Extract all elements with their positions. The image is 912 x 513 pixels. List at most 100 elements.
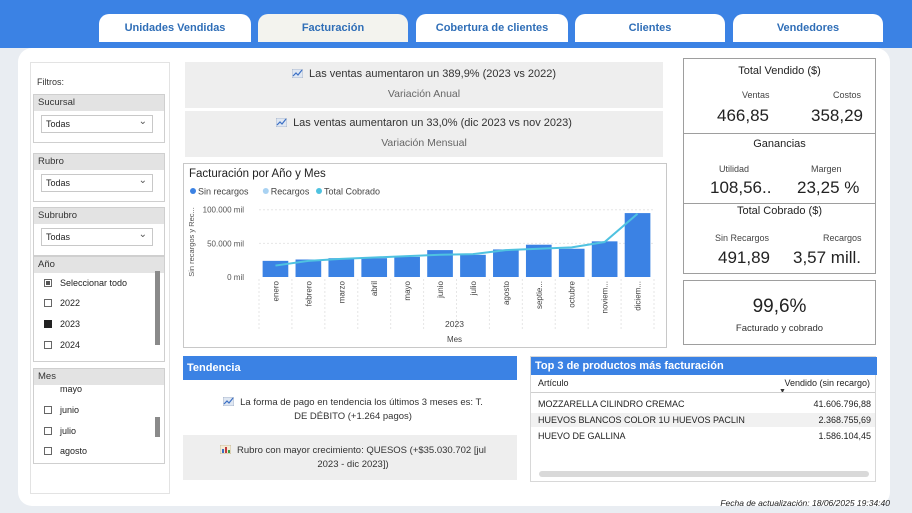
kpi-margen-label: Margen	[811, 164, 842, 174]
kpi-total-vendido-title: Total Vendido ($)	[738, 65, 821, 77]
kpi-facturado-label: Facturado y cobrado	[735, 323, 824, 334]
bar-sin-recargos[interactable]	[460, 254, 486, 277]
bar-sin-recargos[interactable]	[394, 256, 420, 277]
kpi-costos-value: 358,29	[811, 106, 863, 125]
checkbox-checked-icon[interactable]	[44, 320, 52, 328]
tab-vendedores[interactable]: Vendedores	[733, 14, 883, 42]
top3-col-vendido[interactable]: Vendido (sin recargo)	[784, 378, 870, 388]
kpi-costos-label: Costos	[833, 90, 862, 100]
kpi-total-cobrado-title: Total Cobrado ($)	[737, 205, 822, 217]
mes-option-agosto[interactable]: agosto	[44, 446, 87, 456]
kpi-group: Total Vendido ($) Ventas 466,85 Costos 3…	[683, 58, 876, 274]
anio-option-2022[interactable]: 2022	[44, 298, 80, 308]
x-tick-label: noviem...	[601, 281, 610, 313]
x-tick-label: octubre	[568, 280, 577, 307]
kpi-recargos-value: 3,57 mill.	[793, 248, 862, 267]
mes-option-julio[interactable]: julio	[44, 426, 76, 436]
x-tick-label: abril	[370, 281, 379, 296]
table-row[interactable]: HUEVO DE GALLINA 1.586.104,45	[531, 429, 875, 443]
kpi-sin-recargos-value: 491,89	[718, 248, 770, 267]
slicer-rubro: Rubro Todas ⌄	[33, 153, 165, 202]
tendencia-rubro-text: Rubro con mayor crecimiento: QUESOS (+$3…	[203, 444, 503, 472]
x-tick-label: marzo	[337, 280, 346, 303]
table-scrollbar[interactable]	[539, 471, 869, 477]
slicer-sucursal: Sucursal Todas ⌄	[33, 94, 165, 143]
table-row[interactable]: MOZZARELLA CILINDRO CREMAC 41.606.796,88	[531, 397, 875, 411]
tendencia-rubro-box: Rubro con mayor crecimiento: QUESOS (+$3…	[183, 435, 517, 480]
anio-option-2023[interactable]: 2023	[44, 319, 80, 329]
variacion-anual-card: Las ventas aumentaron un 389,9% (2023 vs…	[185, 62, 663, 108]
variacion-anual-text: Las ventas aumentaron un 389,9% (2023 vs…	[308, 68, 557, 80]
filters-title: Filtros:	[37, 77, 64, 87]
kpi-recargos-label: Recargos	[823, 233, 862, 243]
bar-chart-icon	[220, 445, 232, 454]
checkbox-partial-icon[interactable]	[44, 279, 52, 287]
trend-up-icon	[291, 69, 303, 78]
kpi-utilidad-value: 108,56..	[710, 178, 772, 197]
tab-cobertura-clientes[interactable]: Cobertura de clientes	[416, 14, 568, 42]
tendencia-card: La forma de pago en tendencia los último…	[183, 380, 517, 480]
kpi-total-vendido: Total Vendido ($) Ventas 466,85 Costos 3…	[684, 59, 875, 134]
year-label: 2023	[445, 319, 464, 329]
legend-label[interactable]: Recargos	[271, 187, 310, 197]
checkbox-icon[interactable]	[44, 341, 52, 349]
trend-up-icon	[223, 397, 235, 406]
legend-label[interactable]: Total Cobrado	[324, 187, 380, 197]
y-tick-label: 50.000 mil	[207, 239, 244, 248]
mes-scrollbar[interactable]	[155, 417, 160, 437]
kpi-facturado-value: 99,6%	[752, 296, 807, 317]
bar-sin-recargos[interactable]	[591, 241, 618, 277]
bar-sin-recargos[interactable]	[361, 258, 388, 277]
bar-sin-recargos[interactable]	[493, 249, 519, 277]
anio-scrollbar[interactable]	[155, 271, 160, 345]
slicer-rubro-label: Rubro	[34, 154, 164, 170]
tab-facturacion[interactable]: Facturación	[258, 14, 408, 42]
kpi-facturado-cobrado: 99,6% Facturado y cobrado	[683, 280, 876, 345]
kpi-ventas-value: 466,85	[717, 106, 769, 125]
checkbox-icon[interactable]	[44, 406, 52, 414]
kpi-ventas-label: Ventas	[742, 90, 770, 100]
legend-marker[interactable]	[262, 188, 269, 194]
chevron-down-icon: ⌄	[138, 116, 147, 127]
subrubro-dropdown[interactable]: Todas ⌄	[41, 228, 153, 246]
top3-col-articulo[interactable]: Artículo	[538, 378, 569, 388]
bar-sin-recargos[interactable]	[558, 248, 585, 277]
checkbox-icon[interactable]	[44, 427, 52, 435]
sucursal-value: Todas	[46, 119, 71, 129]
sucursal-dropdown[interactable]: Todas ⌄	[41, 115, 153, 133]
tab-unidades-vendidas[interactable]: Unidades Vendidas	[99, 14, 251, 42]
legend-marker[interactable]	[316, 188, 322, 194]
checkbox-icon[interactable]	[44, 299, 52, 307]
mes-option-junio[interactable]: junio	[44, 405, 79, 415]
x-tick-label: agosto	[502, 280, 511, 305]
kpi-utilidad-label: Utilidad	[719, 164, 750, 174]
y-axis-label: Sin recargos y Rec...	[187, 207, 196, 277]
chevron-down-icon: ⌄	[138, 229, 147, 240]
slicer-subrubro: Subrubro Todas ⌄	[33, 207, 165, 256]
rubro-dropdown[interactable]: Todas ⌄	[41, 174, 153, 192]
rubro-value: Todas	[46, 178, 71, 188]
slicer-sucursal-label: Sucursal	[34, 95, 164, 111]
bar-sin-recargos[interactable]	[328, 258, 355, 277]
anio-option-2024[interactable]: 2024	[44, 340, 80, 350]
tendencia-header: Tendencia	[183, 356, 517, 380]
variacion-mensual-label: Variación Mensual	[381, 137, 467, 149]
kpi-total-cobrado: Total Cobrado ($) Sin Recargos 491,89 Re…	[684, 203, 875, 273]
kpi-margen-value: 23,25 %	[797, 178, 860, 197]
slicer-anio-label: Año	[34, 257, 164, 273]
variacion-mensual-text: Las ventas aumentaron un 33,0% (dic 2023…	[293, 117, 572, 129]
kpi-sin-recargos-label: Sin Recargos	[715, 233, 770, 243]
mes-option-mayo[interactable]: mayo	[44, 384, 82, 394]
tab-clientes[interactable]: Clientes	[575, 14, 725, 42]
table-row[interactable]: HUEVOS BLANCOS COLOR 1U HUEVOS PACLIN 2.…	[531, 413, 875, 427]
y-tick-label: 100.000 mil	[203, 206, 245, 215]
checkbox-icon[interactable]	[44, 447, 52, 455]
slicer-mes: Mes mayo junio julio agosto	[33, 368, 165, 464]
update-timestamp: Fecha de actualización: 18/06/2025 19:34…	[720, 498, 890, 508]
trend-up-icon	[276, 118, 288, 127]
legend-label[interactable]: Sin recargos	[198, 187, 249, 197]
x-tick-label: junio	[436, 280, 445, 298]
anio-option-select-all[interactable]: Seleccionar todo	[44, 278, 127, 288]
slicer-subrubro-label: Subrubro	[34, 208, 164, 224]
legend-marker[interactable]	[190, 188, 196, 194]
